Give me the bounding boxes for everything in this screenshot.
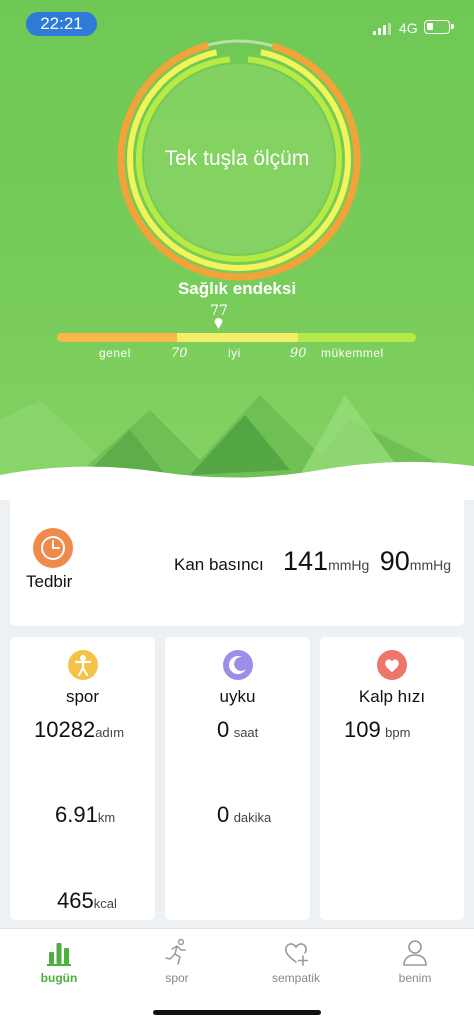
health-index-title: Sağlık endeksi (177, 279, 297, 298)
sleep-hours-value: 0 saat (217, 717, 258, 743)
diastolic-value: 90 (379, 546, 410, 576)
heart-icon (377, 650, 407, 680)
systolic-unit: mmHg (328, 557, 370, 573)
sleep-title: uyku (219, 687, 256, 706)
score-marker-icon (214, 318, 223, 329)
sleep-minutes-number: 0 (217, 802, 230, 827)
home-indicator (153, 1010, 321, 1015)
bar-chart-icon (47, 943, 71, 966)
heart-rate-value: 109 bpm (344, 717, 410, 743)
one-touch-measure-button[interactable]: Tek tuşla ölçüm (137, 59, 337, 259)
scale-label-general: genel (99, 346, 131, 360)
distance-unit: km (97, 810, 116, 825)
blood-pressure-values: 141mmHg 90mmHg (283, 546, 451, 577)
distance-value: 6.91km (55, 802, 115, 828)
tab-sempatik[interactable]: sempatik (237, 935, 355, 995)
running-icon (165, 938, 186, 965)
heart-plus-icon (284, 943, 309, 966)
scale-tick-high: 90 (290, 346, 307, 361)
steps-value: 10282adım (34, 717, 124, 743)
health-score: 77 (210, 303, 228, 319)
tab-benim[interactable]: benim (356, 935, 474, 995)
tab-spor[interactable]: spor (118, 935, 236, 995)
network-label: 4G (399, 20, 418, 36)
blood-pressure-title: Kan basıncı (174, 555, 264, 574)
clock-icon[interactable] (33, 528, 73, 568)
calories-number: 465 (57, 888, 94, 913)
sleep-card[interactable]: uyku 0 saat 0 dakika (165, 637, 310, 920)
scale-label-good: iyi (228, 346, 241, 360)
person-activity-icon (67, 650, 98, 680)
heart-rate-number: 109 (344, 717, 381, 742)
sport-card[interactable]: spor 10282adım 6.91km 465kcal (10, 637, 155, 920)
tab-label-sempatik: sempatik (271, 971, 321, 985)
diastolic-unit: mmHg (409, 557, 452, 573)
battery-icon (424, 20, 454, 34)
moon-icon (222, 650, 253, 680)
systolic-value: 141 (283, 546, 329, 576)
tab-bugun[interactable]: bugün (0, 935, 118, 995)
tab-label-bugun: bugün (40, 971, 78, 985)
calories-unit: kcal (93, 896, 117, 911)
heart-rate-unit: bpm (385, 725, 411, 740)
sleep-hours-unit: saat (233, 725, 259, 740)
steps-number: 10282 (34, 717, 96, 742)
sleep-minutes-value: 0 dakika (217, 802, 271, 828)
health-scale-bar (57, 333, 416, 342)
signal-icon (373, 23, 393, 35)
tab-label-benim: benim (398, 971, 432, 985)
scale-tick-low: 70 (171, 346, 188, 361)
distance-number: 6.91 (55, 802, 98, 827)
blood-pressure-status: Tedbir (26, 572, 73, 591)
sleep-minutes-unit: dakika (233, 810, 272, 825)
status-time: 22:21 (26, 12, 97, 36)
heart-rate-card[interactable]: Kalp hızı 109 bpm (320, 637, 464, 920)
tab-label-spor: spor (165, 971, 189, 985)
calories-value: 465kcal (57, 888, 117, 914)
sport-title: spor (65, 687, 100, 706)
mountain-decoration (0, 395, 474, 500)
sleep-hours-number: 0 (217, 717, 230, 742)
person-icon (403, 940, 427, 966)
steps-unit: adım (95, 725, 125, 740)
heart-rate-title: Kalp hızı (358, 687, 426, 706)
blood-pressure-card[interactable]: Tedbir Kan basıncı 141mmHg 90mmHg (10, 496, 464, 626)
scale-label-excellent: mükemmel (321, 346, 384, 360)
hero-panel: 22:21 4G Tek tuşla ölçüm Sağlık endeksi … (0, 0, 474, 500)
